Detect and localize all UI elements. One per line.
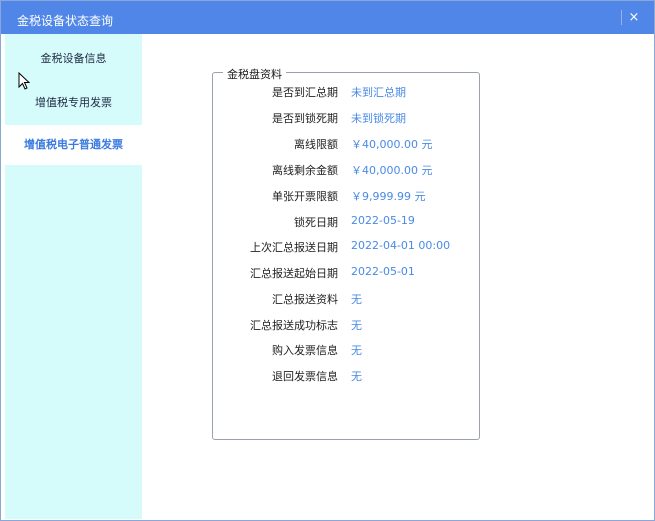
- info-label: 汇总报送起始日期: [250, 267, 338, 280]
- info-row-purchased-invoices: 购入发票信息 无: [213, 342, 479, 357]
- info-label: 离线限额: [294, 138, 338, 151]
- info-label: 锁死日期: [294, 216, 338, 229]
- close-button[interactable]: ×: [626, 9, 642, 26]
- sidebar-item-device-info[interactable]: 金税设备信息: [5, 50, 142, 66]
- info-row-single-invoice-limit: 单张开票限额 ￥9,999.99 元: [213, 188, 479, 203]
- info-row-summary-period: 是否到汇总期 未到汇总期: [213, 84, 479, 99]
- info-row-returned-invoices: 退回发票信息 无: [213, 368, 479, 383]
- info-value: 2022-05-01: [351, 265, 415, 278]
- info-row-report-success: 汇总报送成功标志 无: [213, 317, 479, 332]
- info-label: 退回发票信息: [272, 370, 338, 383]
- info-row-offline-remaining: 离线剩余金额 ￥40,000.00 元: [213, 162, 479, 177]
- info-row-lock-period: 是否到锁死期 未到锁死期: [213, 110, 479, 125]
- info-value: 2022-05-19: [351, 214, 415, 227]
- info-value: ￥40,000.00 元: [351, 164, 433, 177]
- status-query-dialog: 金税设备状态查询 × 金税设备信息 增值税专用发票 增值税电子普通发票 金税盘资…: [0, 0, 655, 521]
- sidebar-item-special-invoice[interactable]: 增值税专用发票: [5, 94, 142, 110]
- info-label: 汇总报送资料: [272, 293, 338, 306]
- group-legend: 金税盘资料: [223, 66, 286, 82]
- info-value: 无: [351, 319, 362, 332]
- sidebar: 金税设备信息 增值税专用发票 增值税电子普通发票: [5, 34, 142, 519]
- info-label: 是否到汇总期: [272, 86, 338, 99]
- info-value: 无: [351, 370, 362, 383]
- info-value: 2022-04-01 00:00: [351, 239, 451, 252]
- sidebar-item-e-invoice[interactable]: 增值税电子普通发票: [5, 125, 142, 165]
- info-row-last-report-date: 上次汇总报送日期 2022-04-01 00:00: [213, 239, 479, 254]
- info-label: 购入发票信息: [272, 344, 338, 357]
- info-label: 离线剩余金额: [272, 164, 338, 177]
- info-value: 无: [351, 344, 362, 357]
- info-value: ￥9,999.99 元: [351, 190, 426, 203]
- info-row-offline-limit: 离线限额 ￥40,000.00 元: [213, 136, 479, 151]
- info-value: 未到锁死期: [351, 112, 406, 125]
- info-label: 汇总报送成功标志: [250, 319, 338, 332]
- tax-disk-info-group: 金税盘资料 是否到汇总期 未到汇总期 是否到锁死期 未到锁死期 离线限额 ￥40…: [212, 66, 480, 440]
- main-panel: 金税盘资料 是否到汇总期 未到汇总期 是否到锁死期 未到锁死期 离线限额 ￥40…: [142, 34, 654, 520]
- info-row-report-data: 汇总报送资料 无: [213, 291, 479, 306]
- info-label: 上次汇总报送日期: [250, 241, 338, 254]
- mouse-cursor-icon: [18, 72, 30, 90]
- window-title: 金税设备状态查询: [17, 14, 114, 28]
- info-value: ￥40,000.00 元: [351, 138, 433, 151]
- info-row-lock-date: 锁死日期 2022-05-19: [213, 214, 479, 229]
- title-separator: [621, 10, 622, 25]
- info-value: 无: [351, 293, 362, 306]
- info-value: 未到汇总期: [351, 86, 406, 99]
- title-bar[interactable]: 金税设备状态查询 ×: [1, 1, 654, 34]
- info-row-report-start-date: 汇总报送起始日期 2022-05-01: [213, 265, 479, 280]
- info-label: 是否到锁死期: [272, 112, 338, 125]
- info-label: 单张开票限额: [272, 190, 338, 203]
